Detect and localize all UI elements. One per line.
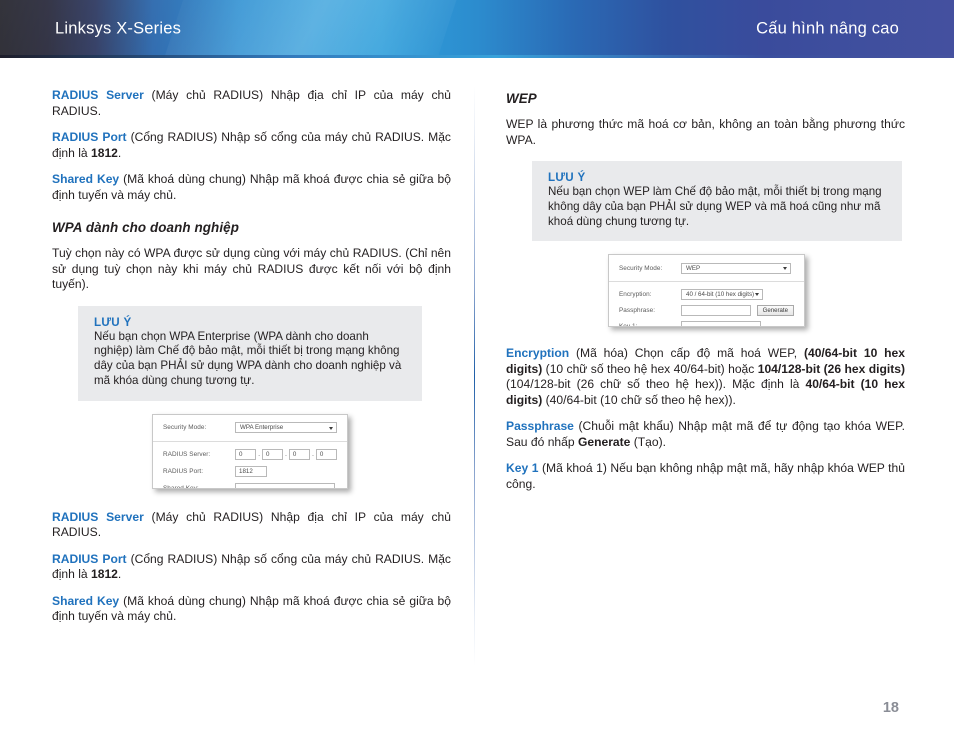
paragraph-radius-port-bottom: RADIUS Port (Cổng RADIUS) Nhập số cổng c… [52, 552, 451, 583]
shot-octet-2[interactable]: 0 [261, 448, 284, 460]
paragraph-shared-key-bottom: Shared Key (Mã khoá dùng chung) Nhập mã … [52, 594, 451, 625]
text-encryption-1: (Mã hóa) Chọn cấp độ mã hoá WEP, [569, 346, 804, 361]
shot-label-security-mode: Security Mode: [163, 424, 207, 432]
paragraph-radius-port-top: RADIUS Port (Cổng RADIUS) Nhập số cổng c… [52, 130, 451, 161]
left-column: RADIUS Server (Máy chủ RADIUS) Nhập địa … [52, 88, 451, 625]
router-screenshot-wpa-enterprise: Security Mode: WPA Enterprise RADIUS Ser… [152, 413, 348, 489]
term-key1: Key 1 [506, 461, 539, 476]
text-encryption-2: (10 chữ số theo hệ hex 40/64-bit) hoặc [542, 361, 758, 376]
paragraph-shared-key-top: Shared Key (Mã khoá dùng chung) Nhập mã … [52, 172, 451, 203]
router-screenshot-wep: Security Mode: WEP Encryption: 40 / 64-b… [608, 254, 805, 328]
paragraph-key1: Key 1 (Mã khoá 1) Nếu bạn không nhập mật… [506, 461, 905, 492]
shot-label-shared-key: Shared Key: [163, 484, 199, 489]
column-divider [474, 86, 475, 666]
shot-input-radius-port[interactable]: 1812 [235, 465, 267, 477]
term-radius-port: RADIUS Port [52, 551, 127, 566]
header-bottom-rule [0, 55, 954, 58]
shot-select-security-mode[interactable]: WPA Enterprise [235, 422, 337, 434]
shot-row-shared-key: Shared Key: [153, 480, 347, 489]
note-title: LƯU Ý [94, 315, 132, 329]
heading-wep: WEP [506, 91, 537, 106]
value-generate-label: Generate [577, 434, 631, 449]
shot-label-radius-port: RADIUS Port: [163, 467, 204, 475]
shot-input-key1[interactable] [681, 320, 761, 327]
shot-octet-4[interactable]: 0 [315, 448, 338, 460]
term-radius-server: RADIUS Server [52, 509, 144, 524]
shot-select-encryption[interactable]: 40 / 64-bit (10 hex digits) [681, 288, 763, 300]
header-product-title: Linksys X-Series [55, 19, 182, 38]
text-encryption-3: (104/128-bit (26 chữ số theo hệ hex)). M… [506, 377, 806, 392]
shot-row-encryption: Encryption: 40 / 64-bit (10 hex digits) [609, 282, 804, 302]
note-box-wep: LƯU Ý Nếu bạn chọn WEP làm Chế độ bảo mậ… [532, 161, 902, 242]
note-body: Nếu bạn chọn WEP làm Chế độ bảo mật, mỗi… [548, 185, 882, 228]
note-box-wpa-enterprise: LƯU Ý Nếu bạn chọn WPA Enterprise (WPA d… [78, 305, 422, 401]
paragraph-wep-intro: WEP là phương thức mã hoá cơ bản, không … [506, 117, 905, 147]
value-radius-port-default: 1812 [91, 567, 118, 582]
shot-octet-1[interactable]: 0 [235, 448, 257, 460]
text-radius-port-b: . [117, 145, 122, 160]
shot-generate-button[interactable]: Generate [756, 304, 794, 316]
shot-row-radius-port: RADIUS Port: 1812 [153, 463, 347, 480]
shot-label-passphrase: Passphrase: [619, 306, 656, 314]
screenshot-area-wep: Security Mode: WEP Encryption: 40 / 64-b… [506, 254, 905, 346]
heading-wpa-enterprise: WPA dành cho doanh nghiệp [52, 220, 239, 235]
shot-select-security-mode[interactable]: WEP [681, 262, 791, 274]
term-shared-key: Shared Key [52, 593, 120, 608]
shot-octet-3[interactable]: 0 [288, 448, 311, 460]
header-section-title: Cấu hình nâng cao [756, 19, 899, 38]
shot-label-radius-server: RADIUS Server: [163, 450, 211, 458]
shot-label-key1: Key 1: [619, 322, 638, 328]
note-title: LƯU Ý [548, 171, 586, 184]
note-body: Nếu bạn chọn WPA Enterprise (WPA dành ch… [94, 329, 402, 387]
chevron-down-icon [783, 267, 787, 271]
term-radius-server: RADIUS Server [52, 88, 144, 102]
shot-select-security-mode-value: WPA Enterprise [240, 424, 284, 432]
shot-row-security-mode: Security Mode: WPA Enterprise [153, 415, 347, 441]
text-encryption-4: (40/64-bit (10 chữ số theo hệ hex)). [542, 392, 736, 407]
paragraph-radius-server-top: RADIUS Server (Máy chủ RADIUS) Nhập địa … [52, 88, 451, 119]
paragraph-radius-server-bottom: RADIUS Server (Máy chủ RADIUS) Nhập địa … [52, 510, 451, 541]
term-encryption: Encryption [506, 346, 570, 361]
shot-label-security-mode: Security Mode: [619, 264, 663, 272]
text-key1-1: (Mã khoá 1) Nếu bạn không nhập mật mã, h… [506, 461, 905, 491]
text-passphrase-2: (Tạo). [630, 434, 667, 449]
shot-row-key1: Key 1: [609, 318, 804, 327]
paragraph-encryption: Encryption (Mã hóa) Chọn cấp độ mã hoá W… [506, 346, 905, 408]
term-shared-key: Shared Key [52, 172, 120, 186]
header-light-streak [158, 0, 462, 58]
value-radius-port-default: 1812 [91, 145, 118, 160]
term-radius-port: RADIUS Port [52, 130, 127, 144]
page-number: 18 [882, 700, 899, 716]
value-encryption-104-128: 104/128-bit (26 hex digits) [757, 361, 905, 376]
shot-row-radius-server: RADIUS Server: 0 . 0 . 0 . 0 [153, 442, 347, 463]
shot-row-security-mode: Security Mode: WEP [609, 255, 804, 281]
chevron-down-icon [329, 426, 333, 430]
text-radius-port-b: . [117, 567, 122, 582]
shot-select-encryption-value: 40 / 64-bit (10 hex digits) [686, 290, 755, 298]
chevron-down-icon [755, 293, 759, 297]
shot-input-shared-key[interactable] [235, 482, 335, 488]
paragraph-wpa-enterprise-intro: Tuỳ chọn này có WPA được sử dụng cùng vớ… [52, 246, 451, 291]
paragraph-passphrase: Passphrase (Chuỗi mật khẩu) Nhập mật mã … [506, 419, 905, 450]
shot-input-passphrase[interactable] [681, 304, 751, 316]
right-column: WEP WEP là phương thức mã hoá cơ bản, kh… [506, 88, 905, 492]
term-passphrase: Passphrase [506, 419, 574, 434]
screenshot-area-wpa: Security Mode: WPA Enterprise RADIUS Ser… [52, 413, 451, 510]
shot-row-passphrase: Passphrase: Generate [609, 302, 804, 318]
shot-select-security-mode-value: WEP [686, 264, 701, 272]
shot-label-encryption: Encryption: [619, 290, 652, 298]
